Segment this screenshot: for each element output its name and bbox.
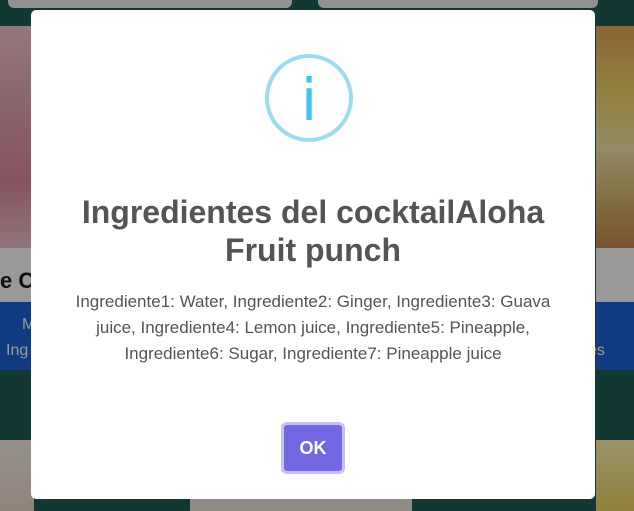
page: e Co M Ing es i Ingredientes del cocktai… [0, 0, 634, 511]
ok-button[interactable]: OK [281, 422, 345, 474]
info-dialog: i Ingredientes del cocktailAloha Fruit p… [31, 10, 595, 499]
dialog-title: Ingredientes del cocktailAloha Fruit pun… [81, 194, 545, 268]
info-icon-glyph: i [300, 66, 318, 134]
info-icon: i [265, 54, 353, 142]
dialog-message: Ingrediente1: Water, Ingrediente2: Ginge… [75, 292, 551, 363]
